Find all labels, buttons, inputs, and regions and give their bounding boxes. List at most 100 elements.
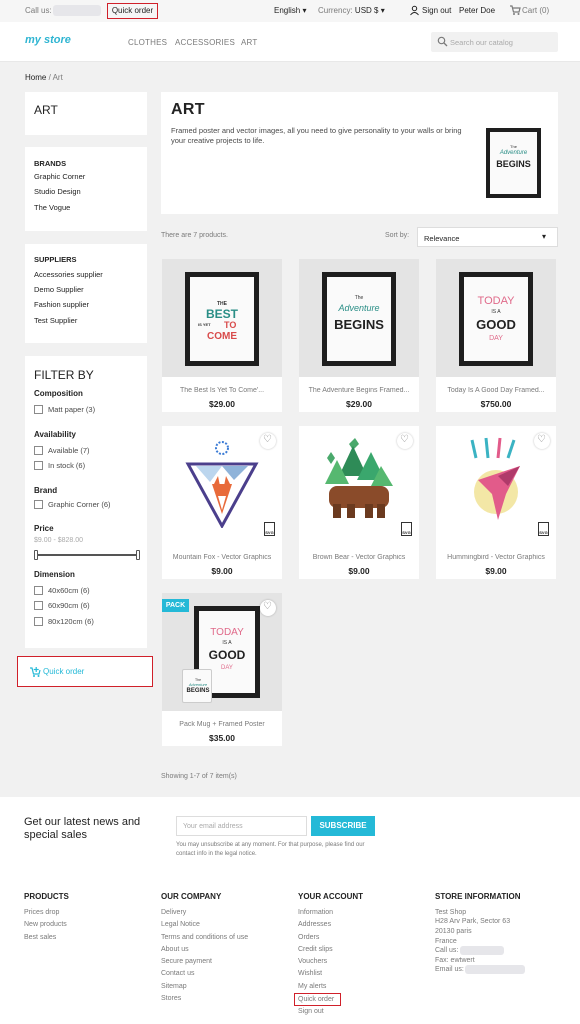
nav-accessories[interactable]: ACCESSORIES — [175, 38, 235, 47]
product-card[interactable]: TODAY IS A GOOD DAY Today Is A Good Day … — [436, 259, 556, 412]
sort-select[interactable]: Relevance ▾ — [417, 227, 558, 247]
language-selector[interactable]: English ▾ — [274, 6, 307, 15]
footer-link[interactable]: Sitemap — [161, 983, 187, 990]
footer-link[interactable]: Addresses — [298, 921, 331, 928]
newsletter-email-input[interactable]: Your email address — [176, 816, 307, 836]
product-title[interactable]: Today Is A Good Day Framed... — [440, 387, 552, 394]
product-card[interactable]: The Adventure BEGINS The Adventure Begin… — [299, 259, 419, 412]
footer-link[interactable]: Legal Notice — [161, 921, 200, 928]
facet-brand-title: Brand — [34, 486, 58, 495]
product-card[interactable]: ♡ SVG Mountain Fox - Vector Graphics $9.… — [162, 426, 282, 579]
footer-link[interactable]: Stores — [161, 995, 181, 1002]
footer-link[interactable]: Information — [298, 909, 333, 916]
poster-text: GOOD — [208, 648, 246, 662]
footer-link[interactable]: About us — [161, 946, 189, 953]
footer-link[interactable]: Best sales — [24, 934, 56, 941]
product-title[interactable]: The Best Is Yet To Come'... — [166, 387, 278, 394]
product-image[interactable]: The Adventure BEGINS — [299, 259, 419, 377]
facet-label[interactable]: Graphic Corner (6) — [48, 500, 111, 509]
price-slider-handle-min[interactable] — [34, 550, 38, 560]
product-image[interactable]: TODAY IS A GOOD DAY — [436, 259, 556, 377]
product-image[interactable]: TODAY IS A GOOD DAY The Adventure BEGINS… — [162, 593, 282, 711]
search-input[interactable]: Search our catalog — [450, 38, 513, 47]
facet-label[interactable]: In stock (6) — [48, 461, 85, 470]
supplier-link[interactable]: Fashion supplier — [34, 300, 89, 309]
nav-clothes[interactable]: CLOTHES — [128, 38, 167, 47]
currency-selector[interactable]: Currency: USD $ ▾ — [318, 6, 385, 15]
quick-order-sidebar-button[interactable]: Quick order — [17, 656, 153, 687]
nav-art[interactable]: ART — [241, 38, 257, 47]
wishlist-button[interactable]: ♡ — [397, 433, 413, 449]
product-title[interactable]: Brown Bear - Vector Graphics — [303, 554, 415, 561]
supplier-link[interactable]: Demo Supplier — [34, 285, 84, 294]
subscribe-button[interactable]: SUBSCRIBE — [311, 816, 375, 836]
wishlist-button[interactable]: ♡ — [260, 600, 276, 616]
product-card[interactable]: TODAY IS A GOOD DAY The Adventure BEGINS… — [162, 593, 282, 746]
store-email-blurred[interactable] — [465, 965, 525, 974]
supplier-link[interactable]: Accessories supplier — [34, 270, 103, 279]
product-title[interactable]: Pack Mug + Framed Poster — [166, 721, 278, 728]
price-slider-handle-max[interactable] — [136, 550, 140, 560]
filter-block: FILTER BY Composition Matt paper (3) Ava… — [25, 356, 147, 648]
product-title[interactable]: Mountain Fox - Vector Graphics — [166, 554, 278, 561]
footer-link[interactable]: My alerts — [298, 983, 326, 990]
poster-text: TODAY — [210, 627, 244, 638]
facet-label[interactable]: 80x120cm (6) — [48, 617, 94, 626]
product-title[interactable]: Hummingbird - Vector Graphics — [440, 554, 552, 561]
product-title[interactable]: The Adventure Begins Framed... — [303, 387, 415, 394]
product-image[interactable]: ♡ SVG — [299, 426, 419, 544]
footer-link[interactable]: Sign out — [298, 1008, 324, 1015]
wishlist-button[interactable]: ♡ — [260, 433, 276, 449]
poster-text: BEST — [205, 307, 238, 321]
footer-link[interactable]: Orders — [298, 934, 319, 941]
footer-account-title: YOUR ACCOUNT — [298, 892, 364, 901]
facet-checkbox[interactable] — [34, 405, 43, 414]
footer-link[interactable]: Prices drop — [24, 909, 59, 916]
footer-link[interactable]: Secure payment — [161, 958, 212, 965]
brand-link[interactable]: Studio Design — [34, 187, 81, 196]
facet-label[interactable]: 60x90cm (6) — [48, 601, 90, 610]
poster-mat: The Adventure BEGINS — [490, 132, 537, 194]
account-name-link[interactable]: Peter Doe — [459, 6, 495, 15]
newsletter-title: Get our latest news and special sales — [24, 816, 141, 841]
facet-label[interactable]: 40x60cm (6) — [48, 586, 90, 595]
footer-link[interactable]: Wishlist — [298, 970, 322, 977]
footer-link[interactable]: Delivery — [161, 909, 186, 916]
footer-link[interactable]: Credit slips — [298, 946, 333, 953]
quick-order-link-top[interactable]: Quick order — [107, 3, 158, 19]
brand-link[interactable]: Graphic Corner — [34, 172, 85, 181]
search-box[interactable]: Search our catalog — [431, 32, 558, 52]
footer-link[interactable]: Terms and conditions of use — [161, 934, 248, 941]
product-price: $750.00 — [480, 399, 512, 409]
facet-checkbox[interactable] — [34, 601, 43, 610]
product-card[interactable]: THE BEST IS YET TO COME The Best Is Yet … — [162, 259, 282, 412]
category-tree-title[interactable]: ART — [34, 103, 58, 117]
facet-checkbox[interactable] — [34, 617, 43, 626]
wishlist-button[interactable]: ♡ — [534, 433, 550, 449]
product-image[interactable]: ♡ SVG — [436, 426, 556, 544]
supplier-link[interactable]: Test Supplier — [34, 316, 77, 325]
facet-checkbox[interactable] — [34, 446, 43, 455]
footer-quick-order-link[interactable]: Quick order — [294, 993, 341, 1006]
svg-badge-icon: SVG — [538, 522, 549, 536]
currency-label: Currency: — [318, 6, 353, 15]
product-card[interactable]: ♡ SVG Brown Bear - Vector Graphics $9.00 — [299, 426, 419, 579]
product-card[interactable]: ♡ SVG Hummingbird - Vector Graphics $9.0… — [436, 426, 556, 579]
product-image[interactable]: THE BEST IS YET TO COME — [162, 259, 282, 377]
sign-out-link[interactable]: Sign out — [422, 6, 451, 15]
facet-checkbox[interactable] — [34, 461, 43, 470]
facet-label[interactable]: Available (7) — [48, 446, 90, 455]
logo[interactable]: my store — [25, 34, 71, 46]
product-image[interactable]: ♡ SVG — [162, 426, 282, 544]
cart-link[interactable]: Cart (0) — [522, 6, 549, 15]
facet-checkbox[interactable] — [34, 500, 43, 509]
facet-checkbox[interactable] — [34, 586, 43, 595]
facet-label[interactable]: Matt paper (3) — [48, 405, 95, 414]
footer-link[interactable]: Vouchers — [298, 958, 327, 965]
breadcrumb-home[interactable]: Home — [25, 73, 46, 82]
store-info-line: Test Shop — [435, 909, 467, 916]
footer-link[interactable]: Contact us — [161, 970, 194, 977]
brand-link[interactable]: The Vogue — [34, 203, 70, 212]
store-info-line: H28 Arv Park, Sector 63 — [435, 918, 511, 925]
footer-link[interactable]: New products — [24, 921, 67, 928]
